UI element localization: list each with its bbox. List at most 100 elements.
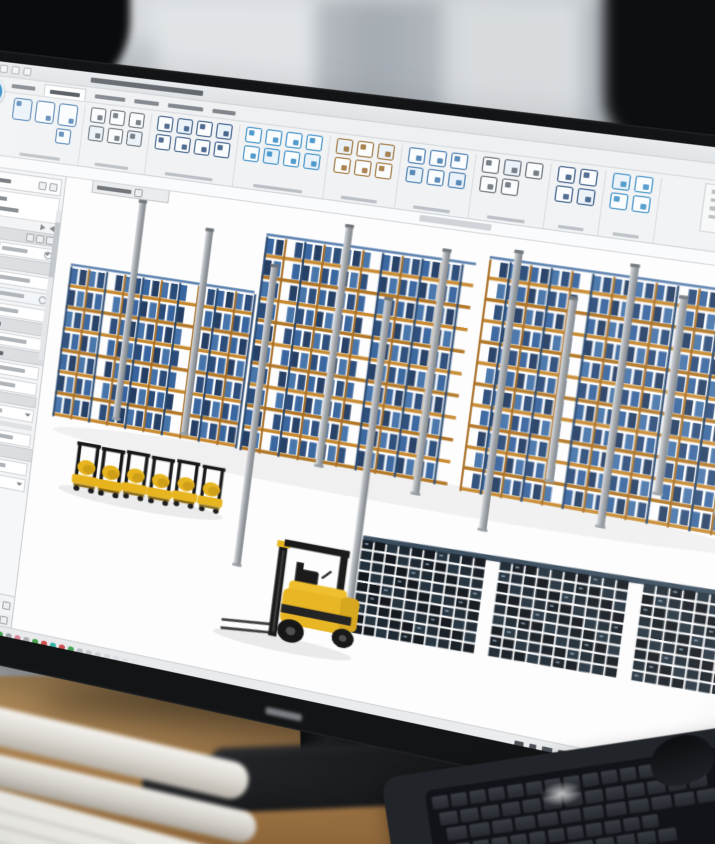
ribbon-tool-icon[interactable] bbox=[450, 152, 469, 170]
ribbon-tool-icon[interactable] bbox=[576, 188, 596, 206]
ribbon-tool-icon[interactable] bbox=[303, 153, 321, 171]
ribbon-tool-icon[interactable] bbox=[557, 166, 577, 184]
ribbon-tool-icon[interactable] bbox=[196, 120, 213, 137]
ribbon-tool-icon[interactable] bbox=[107, 128, 124, 145]
ribbon-tool-icon[interactable] bbox=[479, 175, 498, 193]
quick-access-icon[interactable] bbox=[0, 64, 8, 73]
keyboard-key bbox=[658, 827, 678, 843]
ribbon-tool-icon[interactable] bbox=[500, 178, 519, 196]
ribbon-tool-icon[interactable] bbox=[333, 157, 351, 175]
ribbon-tool-icon[interactable] bbox=[12, 97, 33, 121]
chevron-down-icon[interactable] bbox=[16, 482, 23, 489]
snap-toggle-icon[interactable] bbox=[41, 641, 47, 648]
ribbon-tool-icon[interactable] bbox=[525, 162, 544, 180]
ribbon-tool-icon[interactable] bbox=[354, 159, 372, 177]
ribbon-tool-icon[interactable] bbox=[374, 162, 392, 180]
snap-toggle-icon[interactable] bbox=[5, 633, 11, 640]
ribbon-tool-icon[interactable] bbox=[447, 171, 466, 189]
keyboard-key bbox=[619, 767, 637, 782]
ribbon-tab[interactable] bbox=[134, 99, 159, 106]
panel-close-icon[interactable] bbox=[49, 182, 58, 191]
ribbon-tool-icon[interactable] bbox=[174, 136, 191, 153]
ribbon-tool-icon[interactable] bbox=[283, 150, 301, 168]
ribbon-tool-icon[interactable] bbox=[305, 134, 323, 152]
snap-toggle-icon[interactable] bbox=[113, 656, 119, 663]
snap-toggle-icon[interactable] bbox=[32, 639, 38, 646]
ribbon-tool-icon[interactable] bbox=[215, 123, 233, 140]
ribbon-tool-icon[interactable] bbox=[609, 192, 629, 211]
next-icon[interactable] bbox=[40, 224, 46, 231]
ribbon-tool-icon[interactable] bbox=[157, 115, 174, 132]
keyboard-key bbox=[547, 827, 565, 842]
ribbon-tool-icon[interactable] bbox=[128, 112, 145, 129]
ribbon-tool-icon[interactable] bbox=[408, 147, 427, 165]
ribbon-tool-icon[interactable] bbox=[429, 150, 448, 168]
text-bar bbox=[0, 405, 3, 412]
ribbon-tool-icon[interactable] bbox=[154, 134, 171, 151]
snap-toggle-icon[interactable] bbox=[59, 644, 65, 651]
ribbon-tool-icon[interactable] bbox=[55, 128, 72, 145]
ribbon-tool-icon[interactable] bbox=[176, 118, 193, 135]
ribbon-tab[interactable] bbox=[12, 84, 36, 91]
ribbon-tool-icon[interactable] bbox=[57, 103, 79, 127]
snap-toggle-icon[interactable] bbox=[131, 660, 137, 667]
ribbon-tool-icon[interactable] bbox=[335, 138, 353, 156]
chevron-down-icon[interactable] bbox=[24, 413, 31, 420]
ribbon-tool-icon[interactable] bbox=[213, 141, 231, 158]
ribbon-tool-icon[interactable] bbox=[634, 175, 654, 194]
ribbon-tool-icon[interactable] bbox=[631, 195, 651, 214]
ribbon-tool-icon[interactable] bbox=[377, 143, 395, 161]
ribbon-tool-icon[interactable] bbox=[126, 130, 143, 147]
snap-toggle-icon[interactable] bbox=[14, 635, 20, 642]
keyboard-key bbox=[488, 786, 506, 801]
ribbon-tool-icon[interactable] bbox=[405, 166, 424, 184]
ribbon-tool-icon[interactable] bbox=[579, 168, 599, 186]
ribbon-tool-icon[interactable] bbox=[503, 159, 522, 177]
snap-toggle-icon[interactable] bbox=[0, 631, 3, 638]
view-tab-close-icon[interactable] bbox=[134, 188, 143, 197]
snap-toggle-icon[interactable] bbox=[122, 658, 128, 665]
keyboard-key bbox=[637, 830, 657, 844]
ribbon-tool-icon[interactable] bbox=[285, 132, 303, 150]
snap-toggle-icon[interactable] bbox=[94, 652, 100, 659]
ribbon-tab[interactable] bbox=[95, 94, 126, 102]
keyboard-key bbox=[584, 788, 604, 804]
section-button[interactable] bbox=[26, 233, 35, 242]
ribbon-tool-icon[interactable] bbox=[611, 173, 631, 192]
ribbon-tool-icon[interactable] bbox=[90, 107, 107, 124]
ribbon-tool-icon[interactable] bbox=[88, 125, 105, 142]
ribbon-tab[interactable] bbox=[212, 109, 236, 116]
ribbon-tool-icon[interactable] bbox=[34, 100, 55, 124]
section-button[interactable] bbox=[36, 234, 45, 243]
ribbon-tool-icon[interactable] bbox=[262, 148, 280, 166]
panel-pin-icon[interactable] bbox=[38, 181, 47, 190]
quick-access-icon[interactable] bbox=[23, 67, 32, 76]
ribbon-tool-icon[interactable] bbox=[265, 129, 283, 147]
text-bar bbox=[0, 458, 6, 467]
ribbon-tool-icon[interactable] bbox=[193, 139, 210, 156]
keyboard-key bbox=[641, 813, 659, 828]
status-tool-icon[interactable] bbox=[529, 743, 537, 752]
snap-toggle-icon[interactable] bbox=[50, 642, 56, 649]
side-panel-line bbox=[708, 214, 715, 226]
snap-toggle-icon[interactable] bbox=[76, 648, 82, 655]
snap-toggle-icon[interactable] bbox=[103, 654, 109, 661]
footer-button[interactable] bbox=[2, 600, 11, 609]
ribbon-tool-icon[interactable] bbox=[481, 156, 500, 174]
ribbon-tool-icon[interactable] bbox=[242, 145, 260, 162]
keyboard-key bbox=[514, 815, 536, 831]
status-tool-icon[interactable] bbox=[514, 740, 524, 749]
ribbon-tab[interactable] bbox=[168, 103, 204, 111]
quick-access-icon[interactable] bbox=[11, 66, 20, 75]
snap-toggle-icon[interactable] bbox=[85, 650, 91, 657]
ribbon-tool-icon[interactable] bbox=[426, 169, 445, 187]
keyboard-glare bbox=[537, 777, 586, 810]
text-bar bbox=[0, 379, 16, 388]
modify-button[interactable] bbox=[0, 615, 8, 624]
snap-toggle-icon[interactable] bbox=[67, 646, 73, 653]
ribbon-tool-icon[interactable] bbox=[109, 109, 126, 126]
ribbon-tool-icon[interactable] bbox=[554, 185, 574, 203]
ribbon-tool-icon[interactable] bbox=[356, 140, 374, 158]
snap-toggle-icon[interactable] bbox=[23, 637, 29, 644]
ribbon-tool-icon[interactable] bbox=[245, 126, 263, 143]
